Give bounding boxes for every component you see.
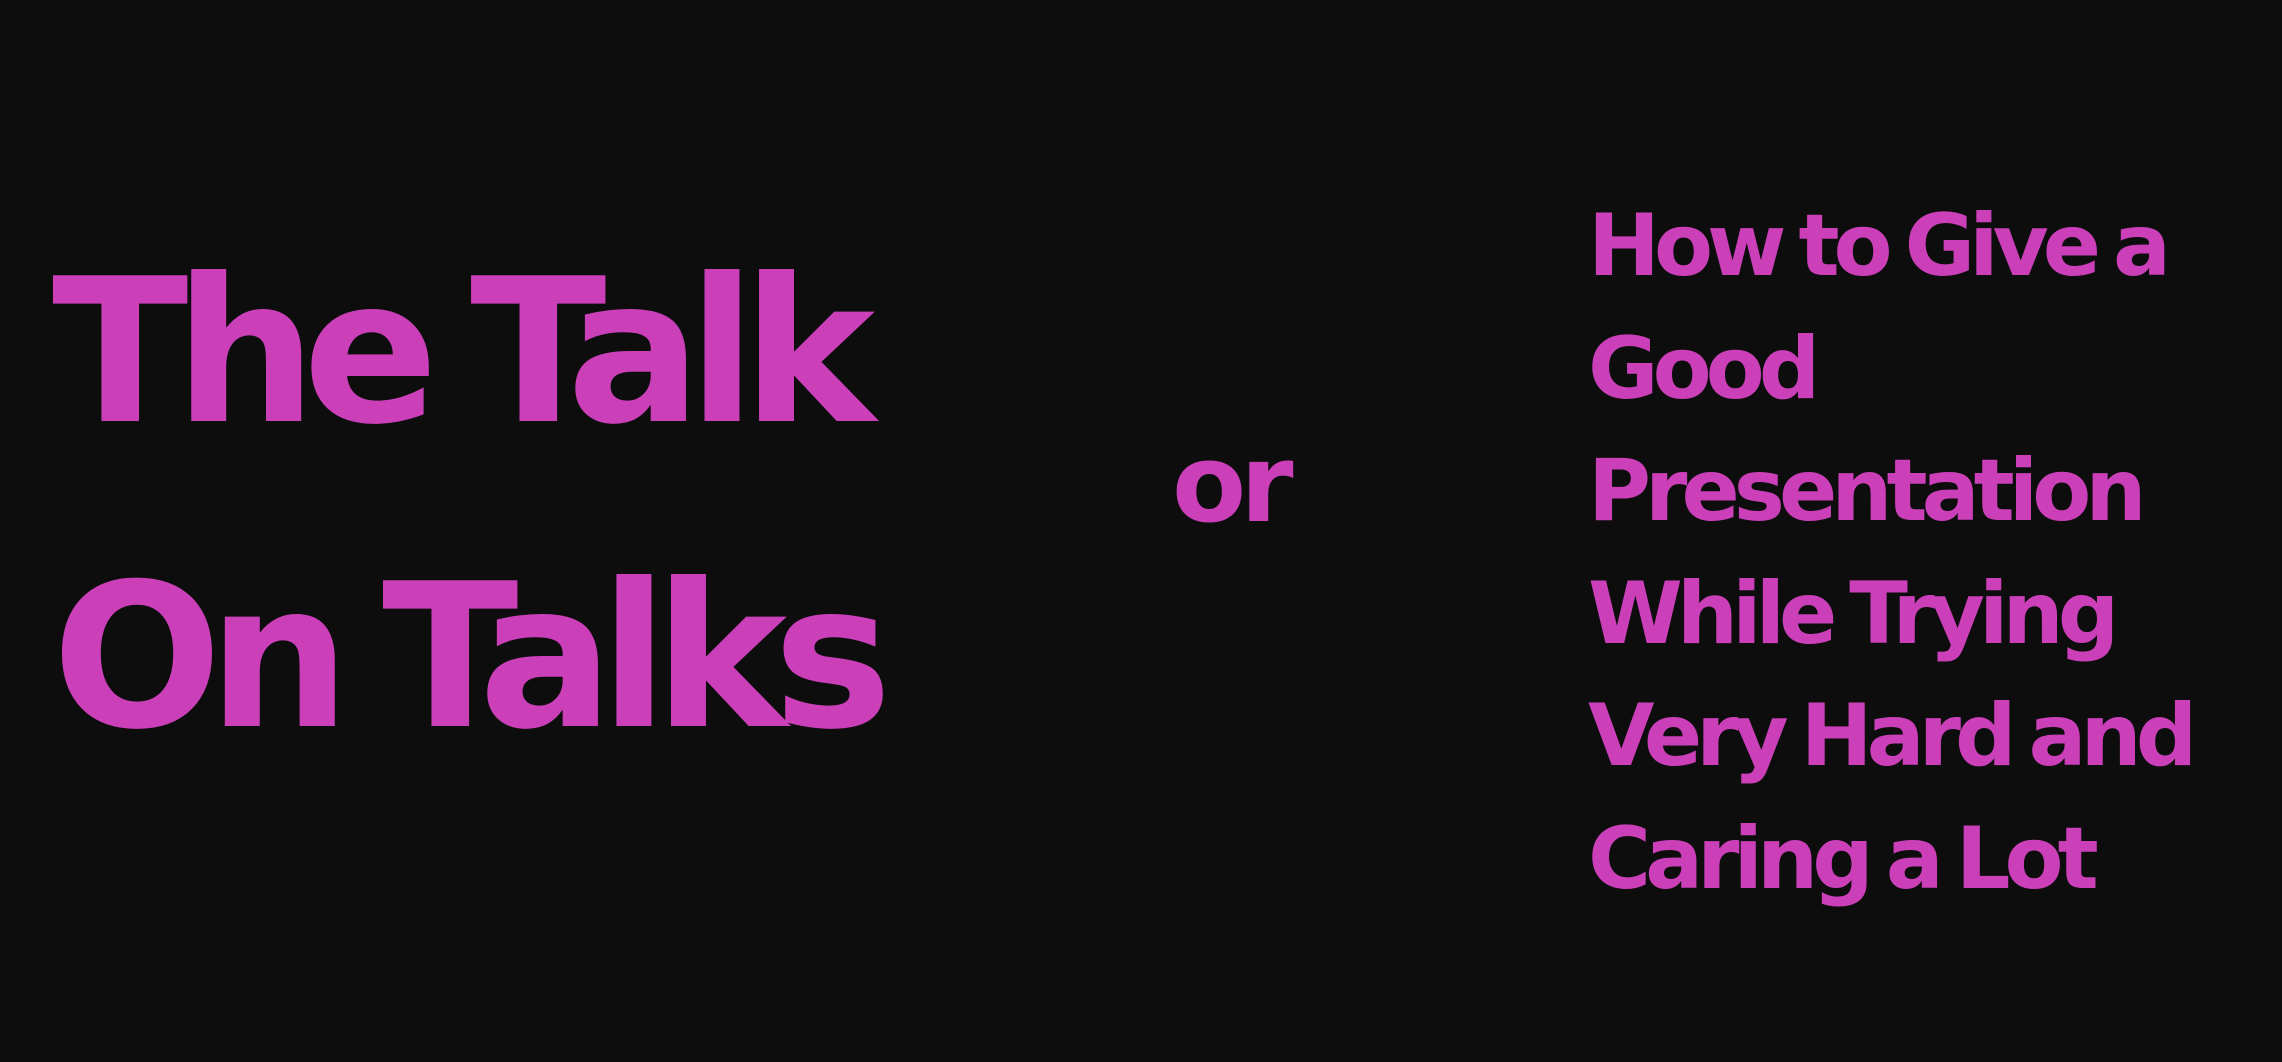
slide-subtitle-line-5: Very Hard and <box>1588 686 2197 786</box>
slide: The Talk On Talks or How to Give a Good … <box>0 0 2282 1062</box>
slide-title-line-1: The Talk <box>52 236 875 469</box>
slide-subtitle-line-2: Good <box>1588 318 1820 419</box>
slide-subtitle-line-3: Presentation <box>1588 441 2147 541</box>
slide-title-line-2: On Talks <box>52 541 892 774</box>
slide-title: The Talk On Talks <box>52 200 1012 810</box>
slide-subtitle-line-4: While Trying <box>1588 563 2119 664</box>
slide-subtitle-line-1: How to Give a <box>1588 196 2171 296</box>
title-connector-text: or <box>1172 422 1293 547</box>
slide-subtitle: How to Give a Good Presentation While Tr… <box>1588 185 2238 920</box>
slide-subtitle-line-6: Caring a Lot <box>1588 808 2099 909</box>
